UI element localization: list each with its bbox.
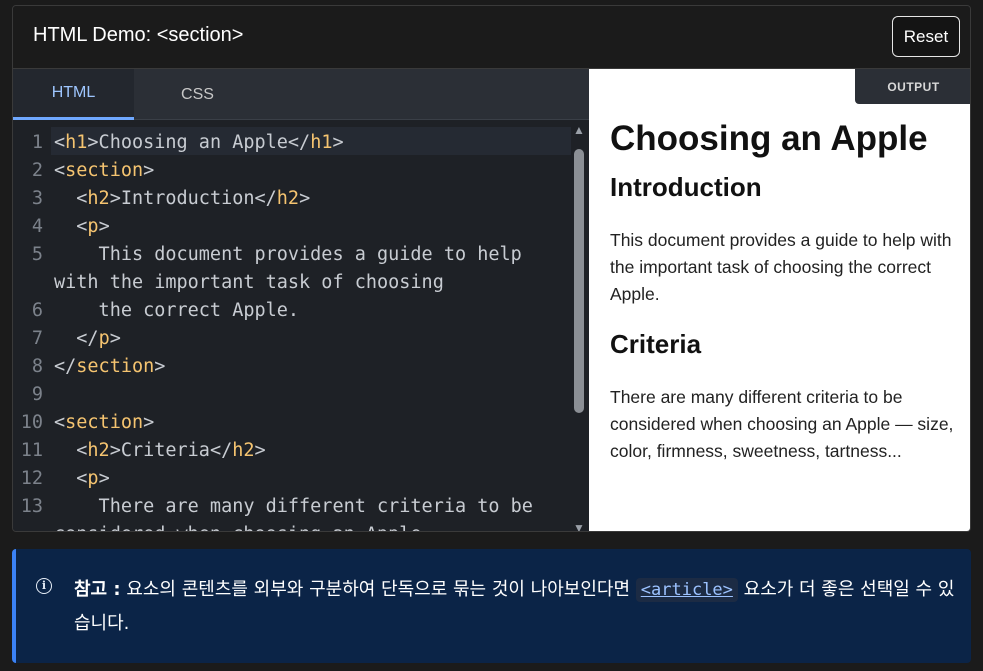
code-text: <h2>Introduction</h2> [54, 188, 311, 209]
tab-html[interactable]: HTML [13, 69, 134, 120]
output-tab: OUTPUT [855, 69, 970, 104]
scroll-down-icon[interactable]: ▼ [573, 521, 585, 531]
code-text: There are many different criteria to be [54, 496, 533, 517]
output-paragraph-introduction: This document provides a guide to help w… [610, 230, 952, 304]
line-number: 3 [31, 188, 43, 209]
demo-title: HTML Demo: <section> [33, 24, 244, 46]
code-text: <section> [54, 160, 155, 181]
code-line: 6 the correct Apple. [13, 297, 571, 325]
demo-header: HTML Demo: <section> Reset [13, 6, 970, 69]
line-number: 12 [20, 468, 43, 489]
editor-pane: HTML CSS 1 <h1>Choosing an Apple</h1> 2 <se… [13, 69, 589, 531]
code-line: considered when choosing an Apple — [13, 521, 571, 531]
output-heading-1: Choosing an Apple [610, 119, 928, 158]
code-line: 9 [13, 381, 571, 409]
line-number: 8 [31, 356, 43, 377]
tab-css[interactable]: CSS [137, 69, 258, 120]
line-number: 4 [31, 216, 43, 237]
line-number: 9 [31, 384, 43, 405]
line-number: 13 [20, 496, 43, 517]
code-line: 11 <h2>Criteria</h2> [13, 437, 571, 465]
code-line: 10 <section> [13, 409, 571, 437]
line-number: 1 [31, 132, 43, 153]
code-line: 1 <h1>Choosing an Apple</h1> [13, 129, 571, 157]
code-text: with the important task of choosing [54, 272, 444, 293]
code-line: 8 </section> [13, 353, 571, 381]
note-text-before: 요소의 콘텐츠를 외부와 구분하여 단독으로 묶는 것이 나아보인다면 [120, 579, 636, 600]
code-line: 5 This document provides a guide to help [13, 241, 571, 269]
code-text: This document provides a guide to help [54, 244, 522, 265]
editor-tabs: HTML CSS [13, 69, 589, 120]
code-text: <section> [54, 412, 155, 433]
note-text: 참고 : 요소의 콘텐츠를 외부와 구분하여 단독으로 묶는 것이 나아보인다면… [74, 573, 959, 641]
interactive-demo: HTML Demo: <section> Reset HTML CSS 1 <h1… [12, 5, 971, 532]
line-number: 6 [31, 300, 43, 321]
code-text: considered when choosing an Apple — [54, 521, 444, 531]
code-line: 12 <p> [13, 465, 571, 493]
output-paragraph-criteria: There are many different criteria to be … [610, 387, 954, 461]
code-text: </p> [54, 328, 121, 349]
code-line: 7 </p> [13, 325, 571, 353]
scrollbar-thumb[interactable] [574, 149, 584, 413]
output-heading-criteria: Criteria [610, 329, 702, 359]
code-editor[interactable]: 1 <h1>Choosing an Apple</h1> 2 <section> 3 <… [13, 125, 571, 531]
code-text: <p> [54, 216, 110, 237]
line-number: 11 [20, 440, 43, 461]
line-number: 10 [20, 412, 43, 433]
output-pane: OUTPUT Choosing an Apple Introduction Th… [589, 69, 970, 531]
code-line: with the important task of choosing [13, 269, 571, 297]
editor-scrollbar[interactable]: ▲ ▼ [571, 123, 589, 531]
line-number: 7 [31, 328, 43, 349]
scroll-up-icon[interactable]: ▲ [573, 123, 585, 137]
code-text: <p> [54, 468, 110, 489]
article-link[interactable]: <article> [635, 578, 738, 602]
reset-button[interactable]: Reset [892, 16, 960, 57]
note-callout: i 참고 : 요소의 콘텐츠를 외부와 구분하여 단독으로 묶는 것이 나아보인… [12, 549, 971, 663]
note-label: 참고 : [74, 579, 121, 600]
code-line: 2 <section> [13, 157, 571, 185]
info-icon: i [36, 578, 52, 594]
line-number: 5 [31, 244, 43, 265]
code-line: 3 <h2>Introduction</h2> [13, 185, 571, 213]
code-line: 4 <p> [13, 213, 571, 241]
line-number: 2 [31, 160, 43, 181]
code-text: <h2>Criteria</h2> [54, 440, 266, 461]
code-line: 13 There are many different criteria to … [13, 493, 571, 521]
code-text: the correct Apple. [54, 300, 300, 321]
output-heading-introduction: Introduction [610, 172, 762, 202]
code-text: </section> [54, 356, 166, 377]
code-text: <h1>Choosing an Apple</h1> [54, 132, 344, 153]
